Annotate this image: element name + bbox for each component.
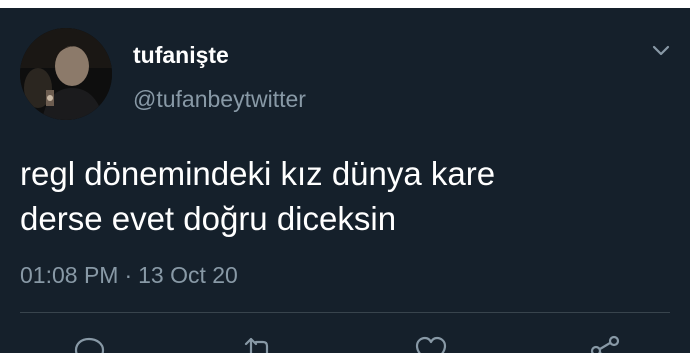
share-icon[interactable]: [588, 334, 622, 353]
reply-icon[interactable]: [72, 334, 106, 353]
tweet-text: regl dönemindeki kız dünya kare derse ev…: [20, 151, 660, 241]
chevron-down-icon[interactable]: [651, 44, 671, 58]
retweet-icon[interactable]: [242, 334, 276, 353]
divider: [20, 312, 670, 313]
display-name[interactable]: tufanişte: [133, 42, 229, 69]
profile-photo: [20, 28, 112, 120]
avatar[interactable]: [20, 28, 112, 120]
tweet-text-line: regl dönemindeki kız dünya kare: [20, 155, 496, 192]
tweet-date: 13 Oct 20: [138, 262, 238, 288]
tweet-screen: tufanişte @tufanbeytwitter regl dönemind…: [0, 8, 690, 353]
user-handle[interactable]: @tufanbeytwitter: [133, 86, 306, 113]
meta-separator: ·: [124, 262, 133, 288]
like-icon[interactable]: [414, 334, 448, 353]
tweet-time: 01:08 PM: [20, 262, 119, 288]
tweet-timestamp: 01:08 PM · 13 Oct 20: [20, 262, 238, 289]
tweet-text-line: derse evet doğru diceksin: [20, 200, 397, 237]
